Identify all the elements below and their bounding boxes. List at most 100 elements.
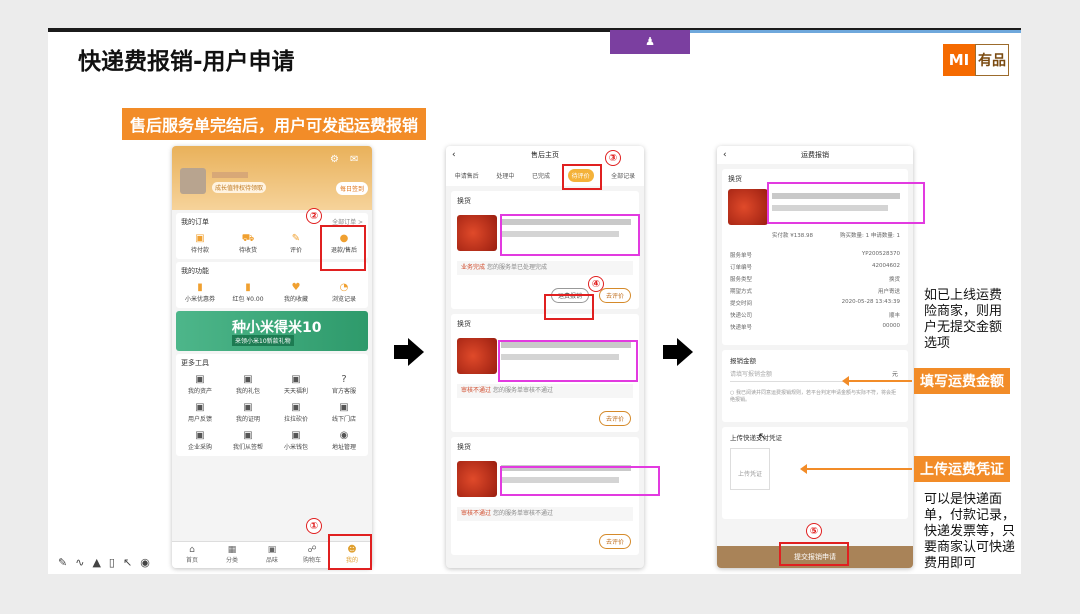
pen-icon[interactable]: ✎ xyxy=(58,556,67,569)
review-icon: ✎ xyxy=(291,233,301,244)
marker-icon[interactable]: ▲ xyxy=(92,556,100,569)
pointer-icon[interactable]: ↖ xyxy=(123,556,132,569)
tool-item[interactable]: ▣ 我的资产 xyxy=(176,372,224,400)
subtitle-banner: 售后服务单完结后，用户可发起运费报销 xyxy=(122,108,427,140)
store-icon: ▣ xyxy=(339,402,349,413)
agreement-text[interactable]: ○ 我已阅读并同意运费报销规则，若平台判定申请金额与实际不符，将会拒绝报销。 xyxy=(722,386,908,408)
tool-item[interactable]: ▣ 小米钱包 xyxy=(272,428,320,456)
tool-item[interactable]: ▣ 我的证明 xyxy=(224,400,272,428)
detail-row: 期望方式 用户寄送 xyxy=(730,289,900,295)
upload-card: 上传快递支付凭证 上传凭证 xyxy=(722,427,908,519)
back-icon[interactable]: ‹ xyxy=(723,146,727,164)
tool-item[interactable]: ◉ 地址管理 xyxy=(320,428,368,456)
aftersales-tabs: 申请售后 处理中 已完成 待评价 全部记录 xyxy=(446,164,644,186)
tool-item[interactable]: ▣ 拉拉砍价 xyxy=(272,400,320,428)
tool-item[interactable]: ▣ 企业采购 xyxy=(176,428,224,456)
back-icon[interactable]: ‹ xyxy=(452,146,456,164)
tab-all-records[interactable]: 全部记录 xyxy=(611,171,635,180)
settings-icon[interactable]: ⚙ xyxy=(330,154,339,165)
product-image[interactable] xyxy=(457,461,497,497)
username-blurred xyxy=(212,172,248,178)
order-type-tag: 换货 xyxy=(457,197,471,205)
tab-processing[interactable]: 处理中 xyxy=(496,171,514,180)
history-item[interactable]: ◔ 浏览记录 xyxy=(320,280,368,308)
coupon-icon: ▮ xyxy=(197,282,203,293)
upload-proof-button[interactable]: 上传凭证 xyxy=(730,448,770,490)
promo-banner[interactable]: 种小米得米10 来领小米10新款礼物 xyxy=(176,311,368,351)
qty-line: 购买数量: 1 申请数量: 1 xyxy=(840,233,900,239)
arrow-right-icon xyxy=(394,338,424,366)
amount-label: 报销金额 xyxy=(730,357,756,365)
amount-card: 报销金额 元请填写报销金额 ○ 我已阅读并同意运费报销规则，若平台判定申请金额与… xyxy=(722,350,908,422)
product-image[interactable] xyxy=(457,215,497,251)
go-review-button[interactable]: 去评价 xyxy=(598,411,631,426)
tab-home[interactable]: ⌂ 首页 xyxy=(172,542,212,568)
presenter-tab[interactable]: ♟ xyxy=(610,30,690,54)
highlight-reimburse-button xyxy=(544,294,594,320)
order-status: 审核不通过 您的服务单审核不通过 xyxy=(457,384,633,398)
detail-row: 快递单号 00000 xyxy=(730,323,900,331)
help-icon: ? xyxy=(341,374,347,385)
gift-icon: ▣ xyxy=(243,374,253,385)
step-number-1: ① xyxy=(306,518,322,534)
vip-badge[interactable]: 成长值特权待领取 xyxy=(212,182,267,193)
message-icon[interactable]: ✉ xyxy=(350,154,358,165)
wallet-icon: ▣ xyxy=(195,233,205,244)
tool-item[interactable]: ▣ 天天福利 xyxy=(272,372,320,400)
step-number-3: ③ xyxy=(605,150,621,166)
tab-cart[interactable]: ☍ 购物车 xyxy=(292,542,332,568)
favorites-item[interactable]: ♥ 我的收藏 xyxy=(272,280,320,308)
go-review-button[interactable]: 去评价 xyxy=(598,534,631,549)
go-review-button[interactable]: 去评价 xyxy=(598,288,631,303)
tool-item[interactable]: ▣ 我们从签帮 xyxy=(224,428,272,456)
price-line: 实付款 ¥138.98 xyxy=(772,233,813,239)
order-pending-payment[interactable]: ▣ 待付款 xyxy=(176,231,224,259)
step-number-4: ④ xyxy=(588,276,604,292)
highlight-product-detail xyxy=(767,182,925,224)
order-pending-receipt[interactable]: ⛟ 待收货 xyxy=(224,231,272,259)
tab-apply[interactable]: 申请售后 xyxy=(455,171,479,180)
detail-row: 快递公司 顺丰 xyxy=(730,313,900,319)
avatar[interactable] xyxy=(180,168,206,194)
profile-header: 成长值特权待领取 每日签到 ⚙ ✉ xyxy=(172,146,372,210)
detail-list: 服务单号 YP200528370 订单编号 42004602 服务类型 换货 期望方式… xyxy=(722,249,908,333)
phone-profile-screen: 成长值特权待领取 每日签到 ⚙ ✉ 我的订单 全部订单 > ▣ 待付款 ⛟ 待收货 … xyxy=(172,146,372,568)
eraser-icon[interactable]: ▯ xyxy=(109,556,115,569)
more-tools-card: 更多工具 ▣ 我的资产 ▣ 我的礼包 ▣ 天天福利 ? 官方客服 ▣ 用户反馈 ▣ 我的证明… xyxy=(176,354,368,456)
youpin-logo: 有品 xyxy=(975,44,1009,76)
order-type-tag: 换货 xyxy=(457,443,471,451)
tab-category[interactable]: ▦ 分类 xyxy=(212,542,252,568)
tool-item[interactable]: ▣ 线下门店 xyxy=(320,400,368,428)
highlight-product-1 xyxy=(500,214,640,256)
tool-item[interactable]: ▣ 用户反馈 xyxy=(176,400,224,428)
banner-title: 种小米得米10 xyxy=(232,320,322,336)
note-insurance: 如已上线运费险商家，则用户无提交金额选项 xyxy=(924,288,1003,351)
product-image[interactable] xyxy=(728,189,768,225)
highlight-product-3 xyxy=(500,466,660,496)
coupon-item[interactable]: ▮ 小米优惠券 xyxy=(176,280,224,308)
order-status: 业务完成 您的服务单已处理完成 xyxy=(457,261,633,275)
upload-label: 上传快递支付凭证 xyxy=(730,434,782,442)
tab-completed[interactable]: 已完成 xyxy=(532,171,550,180)
detail-row: 订单编号 42004602 xyxy=(730,263,900,271)
tool-item[interactable]: ▣ 我的礼包 xyxy=(224,372,272,400)
curve-icon[interactable]: ∿ xyxy=(75,556,84,569)
signin-button[interactable]: 每日签到 xyxy=(335,182,368,195)
detail-row: 服务类型 换货 xyxy=(730,277,900,283)
product-image[interactable] xyxy=(457,338,497,374)
wallet-icon: ▣ xyxy=(291,430,301,441)
highlight-to-review-tab xyxy=(562,164,602,190)
step-number-5: ⑤ xyxy=(806,523,822,539)
taste-icon: ▣ xyxy=(267,545,277,555)
highlight-product-2 xyxy=(498,340,638,382)
category-icon: ▦ xyxy=(227,545,237,555)
mouse-cursor-icon: ↖ xyxy=(758,430,768,443)
record-icon[interactable]: ◉ xyxy=(140,556,150,569)
order-review[interactable]: ✎ 评价 xyxy=(272,231,320,259)
tool-item[interactable]: ? 官方客服 xyxy=(320,372,368,400)
checkbox-icon[interactable]: ○ xyxy=(730,390,734,396)
reimburse-navbar: ‹ 运费报销 xyxy=(717,146,913,164)
redpacket-item[interactable]: ▮ 红包 ¥0.00 xyxy=(224,280,272,308)
arrow-right-icon xyxy=(663,338,693,366)
tab-taste[interactable]: ▣ 品味 xyxy=(252,542,292,568)
